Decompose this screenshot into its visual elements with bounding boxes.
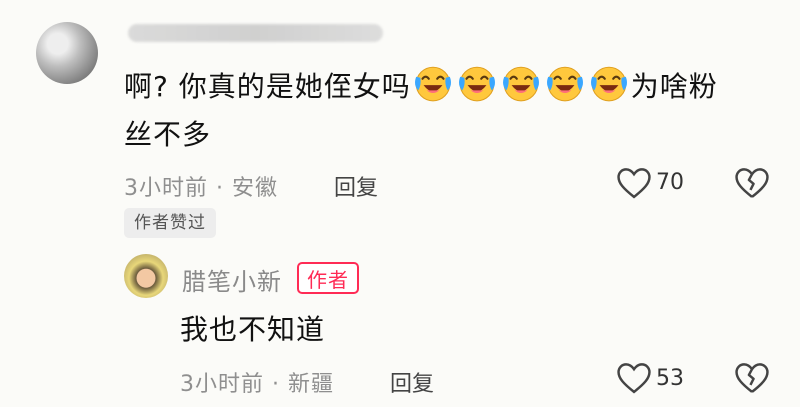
username-blurred[interactable]: [128, 24, 383, 42]
broken-heart-icon: [735, 168, 769, 198]
laugh-cry-emoji: [414, 66, 451, 102]
reply-button[interactable]: 回复: [334, 170, 378, 202]
author-tag: 作者: [297, 262, 359, 294]
heart-outline-icon: [617, 363, 651, 394]
like-count: 70: [656, 170, 684, 195]
comment-text-part1: 啊? 你真的是她侄女吗: [124, 70, 411, 103]
reply-meta: 3小时前 · 新疆: [180, 366, 334, 398]
reply-avatar[interactable]: [124, 254, 168, 298]
avatar[interactable]: [36, 22, 98, 84]
meta-dot: ·: [216, 176, 232, 201]
reply-dislike-button[interactable]: [733, 361, 771, 395]
comment-location: 安徽: [232, 176, 279, 201]
reply-text: 我也不知道: [180, 313, 326, 346]
comment-time: 3小时前: [124, 176, 208, 201]
broken-heart-icon: [735, 363, 769, 393]
dislike-button[interactable]: [733, 166, 771, 200]
comment-text-line2: 丝不多: [124, 118, 212, 151]
laugh-cry-emoji: [590, 66, 627, 102]
laugh-cry-emoji: [502, 66, 539, 102]
reply-time: 3小时前: [180, 372, 264, 397]
comment-text: 啊? 你真的是她侄女吗 为啥粉 丝不多: [124, 62, 764, 159]
reply-username[interactable]: 腊笔小新: [182, 262, 282, 297]
reply-like-button[interactable]: [615, 361, 653, 395]
heart-outline-icon: [617, 168, 651, 199]
laugh-cry-emoji: [458, 66, 495, 102]
meta-dot: ·: [272, 372, 288, 397]
reply-reply-button[interactable]: 回复: [390, 366, 434, 398]
laugh-cry-emoji: [546, 66, 583, 102]
reply-location: 新疆: [288, 372, 335, 397]
reply-like-count: 53: [656, 366, 684, 391]
author-liked-badge: 作者赞过: [124, 208, 216, 238]
comment-text-part2: 为啥粉: [630, 70, 718, 103]
comment-meta: 3小时前 · 安徽: [124, 170, 278, 202]
emoji-row: [411, 66, 631, 103]
like-button[interactable]: [615, 166, 653, 200]
